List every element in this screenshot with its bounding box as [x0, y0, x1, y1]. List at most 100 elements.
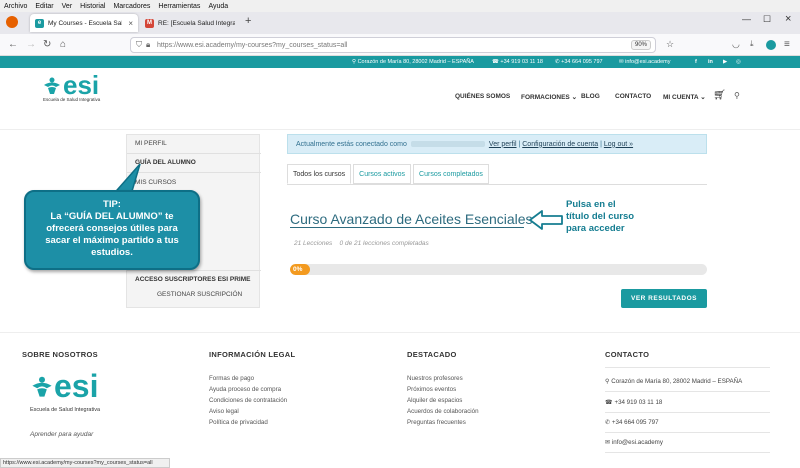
- sidebar-item-mi-perfil[interactable]: MI PERFIL: [135, 140, 167, 147]
- close-icon[interactable]: ×: [122, 19, 133, 28]
- tab-active-courses[interactable]: Cursos activos: [353, 164, 412, 184]
- tab-title: RE: [Escuela Salud Integrativa] I: [158, 19, 235, 27]
- logo-subtitle: Escuela de Salud Integrativa: [43, 97, 101, 102]
- topbar-phone2[interactable]: ✆ +34 664 095 797: [555, 59, 603, 65]
- minimize-icon[interactable]: —: [742, 14, 751, 24]
- logo-text: esi: [63, 70, 100, 100]
- forward-icon[interactable]: →: [26, 39, 36, 50]
- menu-marcadores[interactable]: Marcadores: [113, 3, 150, 10]
- nav-contacto[interactable]: CONTACTO: [615, 93, 651, 100]
- firefox-icon[interactable]: [6, 16, 18, 28]
- nav-blog[interactable]: BLOG: [581, 93, 600, 100]
- lock-icon[interactable]: 🔒︎: [146, 40, 150, 50]
- divider: [605, 412, 770, 413]
- back-icon[interactable]: ←: [8, 39, 18, 50]
- tab-completed-courses[interactable]: Cursos completados: [413, 164, 489, 184]
- tab-all-courses[interactable]: Todos los cursos: [287, 164, 352, 184]
- footer-contact-phone2[interactable]: ✆ +34 664 095 797: [605, 419, 770, 426]
- home-icon[interactable]: ⌂: [60, 39, 66, 50]
- linkedin-icon[interactable]: in: [708, 59, 713, 65]
- tab-title: My Courses - Escuela Salud Inte: [48, 19, 122, 27]
- view-results-button[interactable]: VER RESULTADOS: [621, 289, 707, 308]
- phone-icon: ☎: [605, 399, 613, 406]
- gmail-icon: M: [145, 18, 154, 28]
- instagram-icon[interactable]: ◎: [736, 59, 741, 65]
- footer-link[interactable]: Política de privacidad: [209, 419, 268, 426]
- tab-gmail[interactable]: M RE: [Escuela Salud Integrativa] I: [140, 14, 240, 32]
- divider: [0, 332, 800, 333]
- account-settings-link[interactable]: Configuración de cuenta: [522, 141, 598, 148]
- site-topbar: ⚲ Corazón de María 80, 28002 Madrid – ES…: [0, 56, 800, 68]
- whatsapp-icon: ✆: [605, 419, 611, 426]
- footer-contact-email[interactable]: ✉ info@esi.academy: [605, 439, 770, 446]
- footer-link[interactable]: Alquiler de espacios: [407, 397, 462, 404]
- divider: [605, 391, 770, 392]
- tip-line: ofrecerá consejos útiles para: [46, 223, 178, 234]
- footer-link[interactable]: Nuestros profesores: [407, 375, 463, 382]
- hint-text: Pulsa en el título del curso para accede…: [566, 199, 656, 235]
- pocket-icon[interactable]: ◡: [732, 39, 740, 50]
- topbar-phone1[interactable]: ☎ +34 919 03 11 18: [492, 59, 543, 65]
- reload-icon[interactable]: ↻: [43, 39, 51, 50]
- youtube-icon[interactable]: ▶: [723, 59, 727, 65]
- topbar-email[interactable]: ✉ info@esi.academy: [619, 59, 670, 65]
- footer-link[interactable]: Ayuda proceso de compra: [209, 386, 281, 393]
- chevron-down-icon: ⌄: [700, 94, 706, 101]
- menu-historial[interactable]: Historial: [80, 3, 105, 10]
- logo-text: esi: [54, 368, 99, 404]
- nav-quienes-somos[interactable]: QUIÉNES SOMOS: [455, 93, 510, 100]
- search-icon[interactable]: ⚲: [734, 91, 740, 100]
- tab-my-courses[interactable]: e My Courses - Escuela Salud Inte ×: [30, 14, 138, 32]
- course-meta: 21 Lecciones 0 de 21 lecciones completad…: [294, 240, 429, 247]
- hamburger-menu-icon[interactable]: ≡: [784, 39, 790, 50]
- footer-link[interactable]: Próximos eventos: [407, 386, 456, 393]
- footer-link[interactable]: Aviso legal: [209, 408, 239, 415]
- site-header: esi Escuela de Salud Integrativa QUIÉNES…: [0, 68, 800, 130]
- footer-contact-title: CONTACTO: [605, 350, 650, 359]
- extension-icon[interactable]: [766, 40, 776, 50]
- redacted-username: [410, 141, 485, 147]
- footer-contact-phone1[interactable]: ☎ +34 919 03 11 18: [605, 399, 770, 406]
- divider: [605, 452, 770, 453]
- left-arrow-icon: [529, 210, 563, 230]
- menu-editar[interactable]: Editar: [35, 3, 53, 10]
- nav-formaciones[interactable]: FORMACIONES ⌄: [521, 93, 577, 101]
- zoom-level[interactable]: 90%: [630, 40, 651, 50]
- url-text: https://www.esi.academy/my-courses?my_co…: [157, 41, 348, 49]
- menu-ayuda[interactable]: Ayuda: [208, 3, 228, 10]
- footer-logo[interactable]: esi: [30, 368, 99, 404]
- maximize-icon[interactable]: ☐: [763, 14, 771, 25]
- download-icon[interactable]: ⤓: [750, 39, 754, 49]
- nav-mi-cuenta[interactable]: MI CUENTA ⌄: [663, 93, 706, 101]
- footer-link[interactable]: Condiciones de contratación: [209, 397, 287, 404]
- logout-link[interactable]: Log out »: [604, 141, 633, 148]
- tip-line: sacar el máximo partido a tus: [45, 235, 179, 246]
- tip-line: TIP:: [103, 199, 121, 210]
- cart-icon[interactable]: 🛒︎: [713, 90, 726, 101]
- footer-featured-title: DESTACADO: [407, 350, 457, 359]
- window-close-icon[interactable]: ×: [785, 13, 791, 25]
- mail-icon: ✉: [605, 439, 611, 446]
- view-profile-link[interactable]: Ver perfil: [489, 141, 517, 148]
- menu-archivo[interactable]: Archivo: [4, 3, 27, 10]
- footer-link[interactable]: Preguntas frecuentes: [407, 419, 466, 426]
- star-icon[interactable]: ☆: [666, 39, 674, 50]
- footer-link[interactable]: Acuerdos de colaboración: [407, 408, 479, 415]
- divider: [605, 432, 770, 433]
- footer-about-title: SOBRE NOSOTROS: [22, 350, 98, 359]
- url-bar[interactable]: ⛉ 🔒︎ https://www.esi.academy/my-courses?…: [130, 37, 656, 53]
- hint-line: título del curso: [566, 211, 635, 222]
- divider: [287, 184, 707, 185]
- menu-ver[interactable]: Ver: [62, 3, 73, 10]
- sidebar-item-gestionar-suscripcion[interactable]: GESTIONAR SUSCRIPCIÓN: [157, 291, 242, 298]
- sidebar-item-esi-prime[interactable]: ACCESO SUSCRIPTORES ESI PRIME: [135, 276, 250, 283]
- facebook-icon[interactable]: f: [695, 59, 697, 65]
- site-logo[interactable]: esi: [42, 70, 100, 100]
- course-title-link[interactable]: Curso Avanzado de Aceites Esenciales: [290, 211, 533, 227]
- hint-line: para acceder: [566, 223, 625, 234]
- footer-link[interactable]: Formas de pago: [209, 375, 254, 382]
- shield-icon[interactable]: ⛉: [136, 40, 142, 50]
- browser-status-bar: https://www.esi.academy/my-courses?my_co…: [0, 458, 170, 468]
- menu-herramientas[interactable]: Herramientas: [158, 3, 200, 10]
- new-tab-icon[interactable]: +: [245, 15, 251, 27]
